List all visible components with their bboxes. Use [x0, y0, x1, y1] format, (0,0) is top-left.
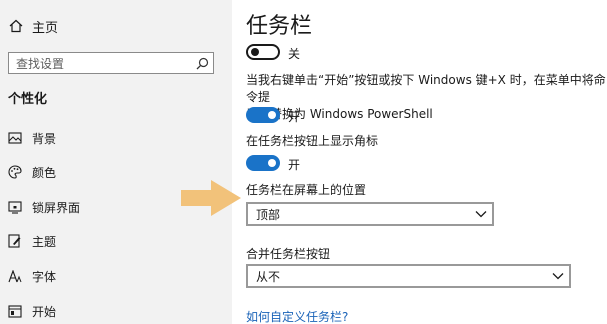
- sidebar-item-fonts[interactable]: 字体: [8, 266, 56, 286]
- sidebar-item-background[interactable]: 背景: [8, 128, 56, 148]
- combine-dropdown[interactable]: 从不: [246, 264, 571, 288]
- toggle-switch-off[interactable]: [246, 44, 280, 60]
- sidebar-item-label: 主题: [32, 234, 57, 249]
- search-input[interactable]: 查找设置: [8, 52, 214, 74]
- picture-icon: [8, 131, 22, 145]
- sidebar-item-label: 颜色: [32, 165, 57, 180]
- toggle-state-label: 开: [288, 158, 301, 172]
- sidebar-item-label: 开始: [32, 304, 57, 319]
- powershell-toggle[interactable]: [246, 107, 280, 123]
- badges-toggle[interactable]: [246, 155, 280, 171]
- sidebar-item-label: 锁屏界面: [32, 200, 81, 215]
- chevron-down-icon: [470, 204, 492, 224]
- position-value: 顶部: [256, 207, 281, 222]
- main-panel: 任务栏 关 当我右键单击“开始”按钮或按下 Windows 键+X 时，在菜单中…: [232, 0, 607, 324]
- sidebar: 主页 查找设置 个性化 背景 颜色 锁屏界面 主题 字体 开始: [0, 0, 232, 324]
- position-dropdown[interactable]: 顶部: [246, 202, 494, 226]
- toggle-state-label: 关: [288, 47, 301, 61]
- annotation-arrow-icon: [181, 180, 241, 216]
- sidebar-item-label: 字体: [32, 269, 57, 284]
- home-nav-item[interactable]: 主页: [8, 16, 58, 36]
- search-placeholder: 查找设置: [16, 56, 65, 71]
- toggle-state-label: 开: [288, 110, 301, 124]
- badges-setting-label: 在任务栏按钮上显示角标: [246, 134, 379, 148]
- home-icon: [8, 18, 24, 34]
- section-title: 个性化: [8, 92, 48, 107]
- page-title: 任务栏: [246, 14, 313, 39]
- powershell-setting-label: 当我右键单击“开始”按钮或按下 Windows 键+X 时，在菜单中将命令提 示…: [246, 72, 607, 123]
- home-label: 主页: [32, 20, 59, 36]
- toggle-knob: [268, 111, 276, 119]
- powershell-label-line2: 示符替换为 Windows PowerShell: [246, 107, 433, 121]
- settings-window: 主页 查找设置 个性化 背景 颜色 锁屏界面 主题 字体 开始 任务栏 关 当我…: [0, 0, 607, 324]
- sidebar-item-start[interactable]: 开始: [8, 301, 56, 321]
- combine-label: 合并任务栏按钮: [246, 247, 331, 261]
- brush-icon: [8, 234, 22, 248]
- search-icon[interactable]: [191, 53, 213, 73]
- sidebar-item-colors[interactable]: 颜色: [8, 162, 56, 182]
- palette-icon: [8, 165, 22, 179]
- sidebar-item-themes[interactable]: 主题: [8, 231, 56, 251]
- start-icon: [8, 304, 22, 318]
- toggle-knob: [251, 48, 259, 56]
- chevron-down-icon: [547, 266, 569, 286]
- toggle-knob: [268, 159, 276, 167]
- position-label: 任务栏在屏幕上的位置: [246, 183, 367, 197]
- lock-screen-icon: [8, 200, 22, 214]
- font-icon: [8, 269, 22, 283]
- powershell-label-line1: 当我右键单击“开始”按钮或按下 Windows 键+X 时，在菜单中将命令提: [246, 73, 606, 104]
- combine-value: 从不: [256, 269, 281, 284]
- help-link[interactable]: 如何自定义任务栏?: [246, 308, 348, 324]
- sidebar-item-lock-screen[interactable]: 锁屏界面: [8, 197, 80, 217]
- sidebar-item-label: 背景: [32, 131, 57, 146]
